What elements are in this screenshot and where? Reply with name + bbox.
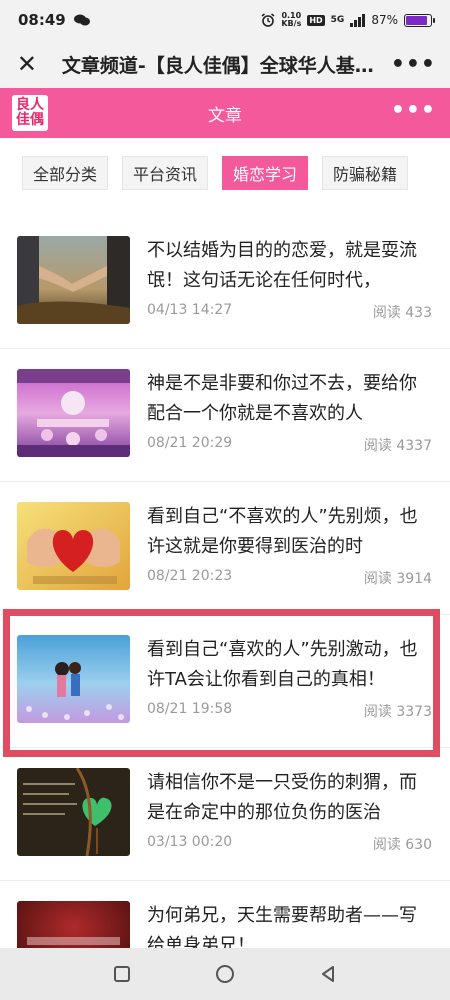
article-thumbnail[interactable] [17,635,130,723]
heart-leaf-image [17,768,130,856]
tab-anti-fraud[interactable]: 防骗秘籍 [322,156,409,190]
article-item[interactable]: 看到自己“不喜欢的人”先别烦，也许这就是你要得到医治的时 08/21 20:23… [0,482,450,615]
category-tabs: 全部分类 平台资讯 婚恋学习 防骗秘籍 [0,138,450,210]
battery-icon [404,13,435,27]
site-header: 良人 佳偶 文章 ••• [0,88,450,138]
logo-line-2: 佳偶 [16,112,44,128]
more-options-icon[interactable]: ••• [391,52,436,77]
menu-dots-icon[interactable]: ••• [391,100,436,122]
article-thumbnail[interactable] [17,901,130,948]
wedding-venue-image [17,369,130,457]
article-item[interactable]: 请相信你不是一只受伤的刺猬，而是在命定中的那位负伤的医治 03/13 00:20… [0,748,450,881]
article-date: 04/13 14:27 [147,302,233,318]
close-icon[interactable]: ✕ [14,50,40,78]
article-read-count: 阅读 630 [372,837,432,853]
article-title[interactable]: 请相信你不是一只受伤的刺猬，而是在命定中的那位负伤的医治 [147,768,432,828]
article-read-count: 阅读 4337 [363,438,432,454]
tab-platform-news[interactable]: 平台资讯 [122,156,209,190]
article-title[interactable]: 为何弟兄，天生需要帮助者——写给单身弟兄！ [147,901,432,948]
status-time: 08:49 [18,11,66,29]
recent-apps-button[interactable] [107,959,137,989]
article-thumbnail[interactable] [17,768,130,856]
net-speed: 0.10 KB/s [281,12,301,28]
kissing-couple-image [17,635,130,723]
article-date: 08/21 20:23 [147,568,233,584]
tab-dating-learning[interactable]: 婚恋学习 [222,156,309,190]
article-item[interactable]: 看到自己“喜欢的人”先别激动，也许TA会让你看到自己的真相！ 08/21 19:… [0,615,450,748]
home-button[interactable] [210,959,240,989]
status-bar: 08:49 0.10 KB/s HD 5G 87% [0,0,450,40]
article-title[interactable]: 不以结婚为目的的恋爱，就是耍流氓！这句话无论在任何时代， [147,236,432,296]
article-read-count: 阅读 3373 [363,704,432,720]
window-title: 文章频道-【良人佳偶】全球华人基… [61,54,374,77]
square-icon [113,966,130,982]
chat-notification-icon [73,14,90,26]
article-item[interactable]: 神是不是非要和你过不去，要给你配合一个你就是不喜欢的人 08/21 20:29 … [0,349,450,482]
triangle-back-icon [322,966,335,982]
article-thumbnail[interactable] [17,502,130,590]
system-nav-bar [0,948,450,1000]
article-title[interactable]: 看到自己“喜欢的人”先别激动，也许TA会让你看到自己的真相！ [147,635,432,695]
article-read-count: 阅读 433 [372,305,432,321]
article-item[interactable]: 不以结婚为目的的恋爱，就是耍流氓！这句话无论在任何时代， 04/13 14:27… [0,216,450,349]
network-type: 5G [330,15,345,25]
dark-red-image [17,901,130,948]
holding-hands-image [17,236,130,324]
back-button[interactable] [313,959,343,989]
tab-all-categories[interactable]: 全部分类 [22,156,109,190]
article-thumbnail[interactable] [17,236,130,324]
net-speed-unit: KB/s [281,19,302,28]
article-date: 08/21 20:29 [147,435,233,451]
title-bar: ✕ 文章频道-【良人佳偶】全球华人基… ••• [0,40,450,88]
content-area: 全部分类 平台资讯 婚恋学习 防骗秘籍 不以结婚为目的的恋爱，就是耍流氓！这句话… [0,138,450,948]
header-title: 文章 [208,105,242,126]
article-read-count: 阅读 3914 [363,571,432,587]
article-title[interactable]: 神是不是非要和你过不去，要给你配合一个你就是不喜欢的人 [147,369,432,429]
article-date: 03/13 00:20 [147,834,233,850]
article-date: 08/21 19:58 [147,701,233,717]
article-title[interactable]: 看到自己“不喜欢的人”先别烦，也许这就是你要得到医治的时 [147,502,432,562]
heart-hands-image [17,502,130,590]
alarm-icon [261,13,275,27]
site-logo[interactable]: 良人 佳偶 [12,95,48,131]
article-list: 不以结婚为目的的恋爱，就是耍流氓！这句话无论在任何时代， 04/13 14:27… [0,216,450,948]
signal-icon [350,13,366,27]
battery-percent: 87% [371,13,398,27]
logo-line-1: 良人 [16,97,44,113]
article-item[interactable]: 为何弟兄，天生需要帮助者——写给单身弟兄！ [0,881,450,948]
article-thumbnail[interactable] [17,369,130,457]
hd-badge: HD [307,14,325,26]
battery-fill [406,15,427,25]
circle-icon [215,965,234,983]
